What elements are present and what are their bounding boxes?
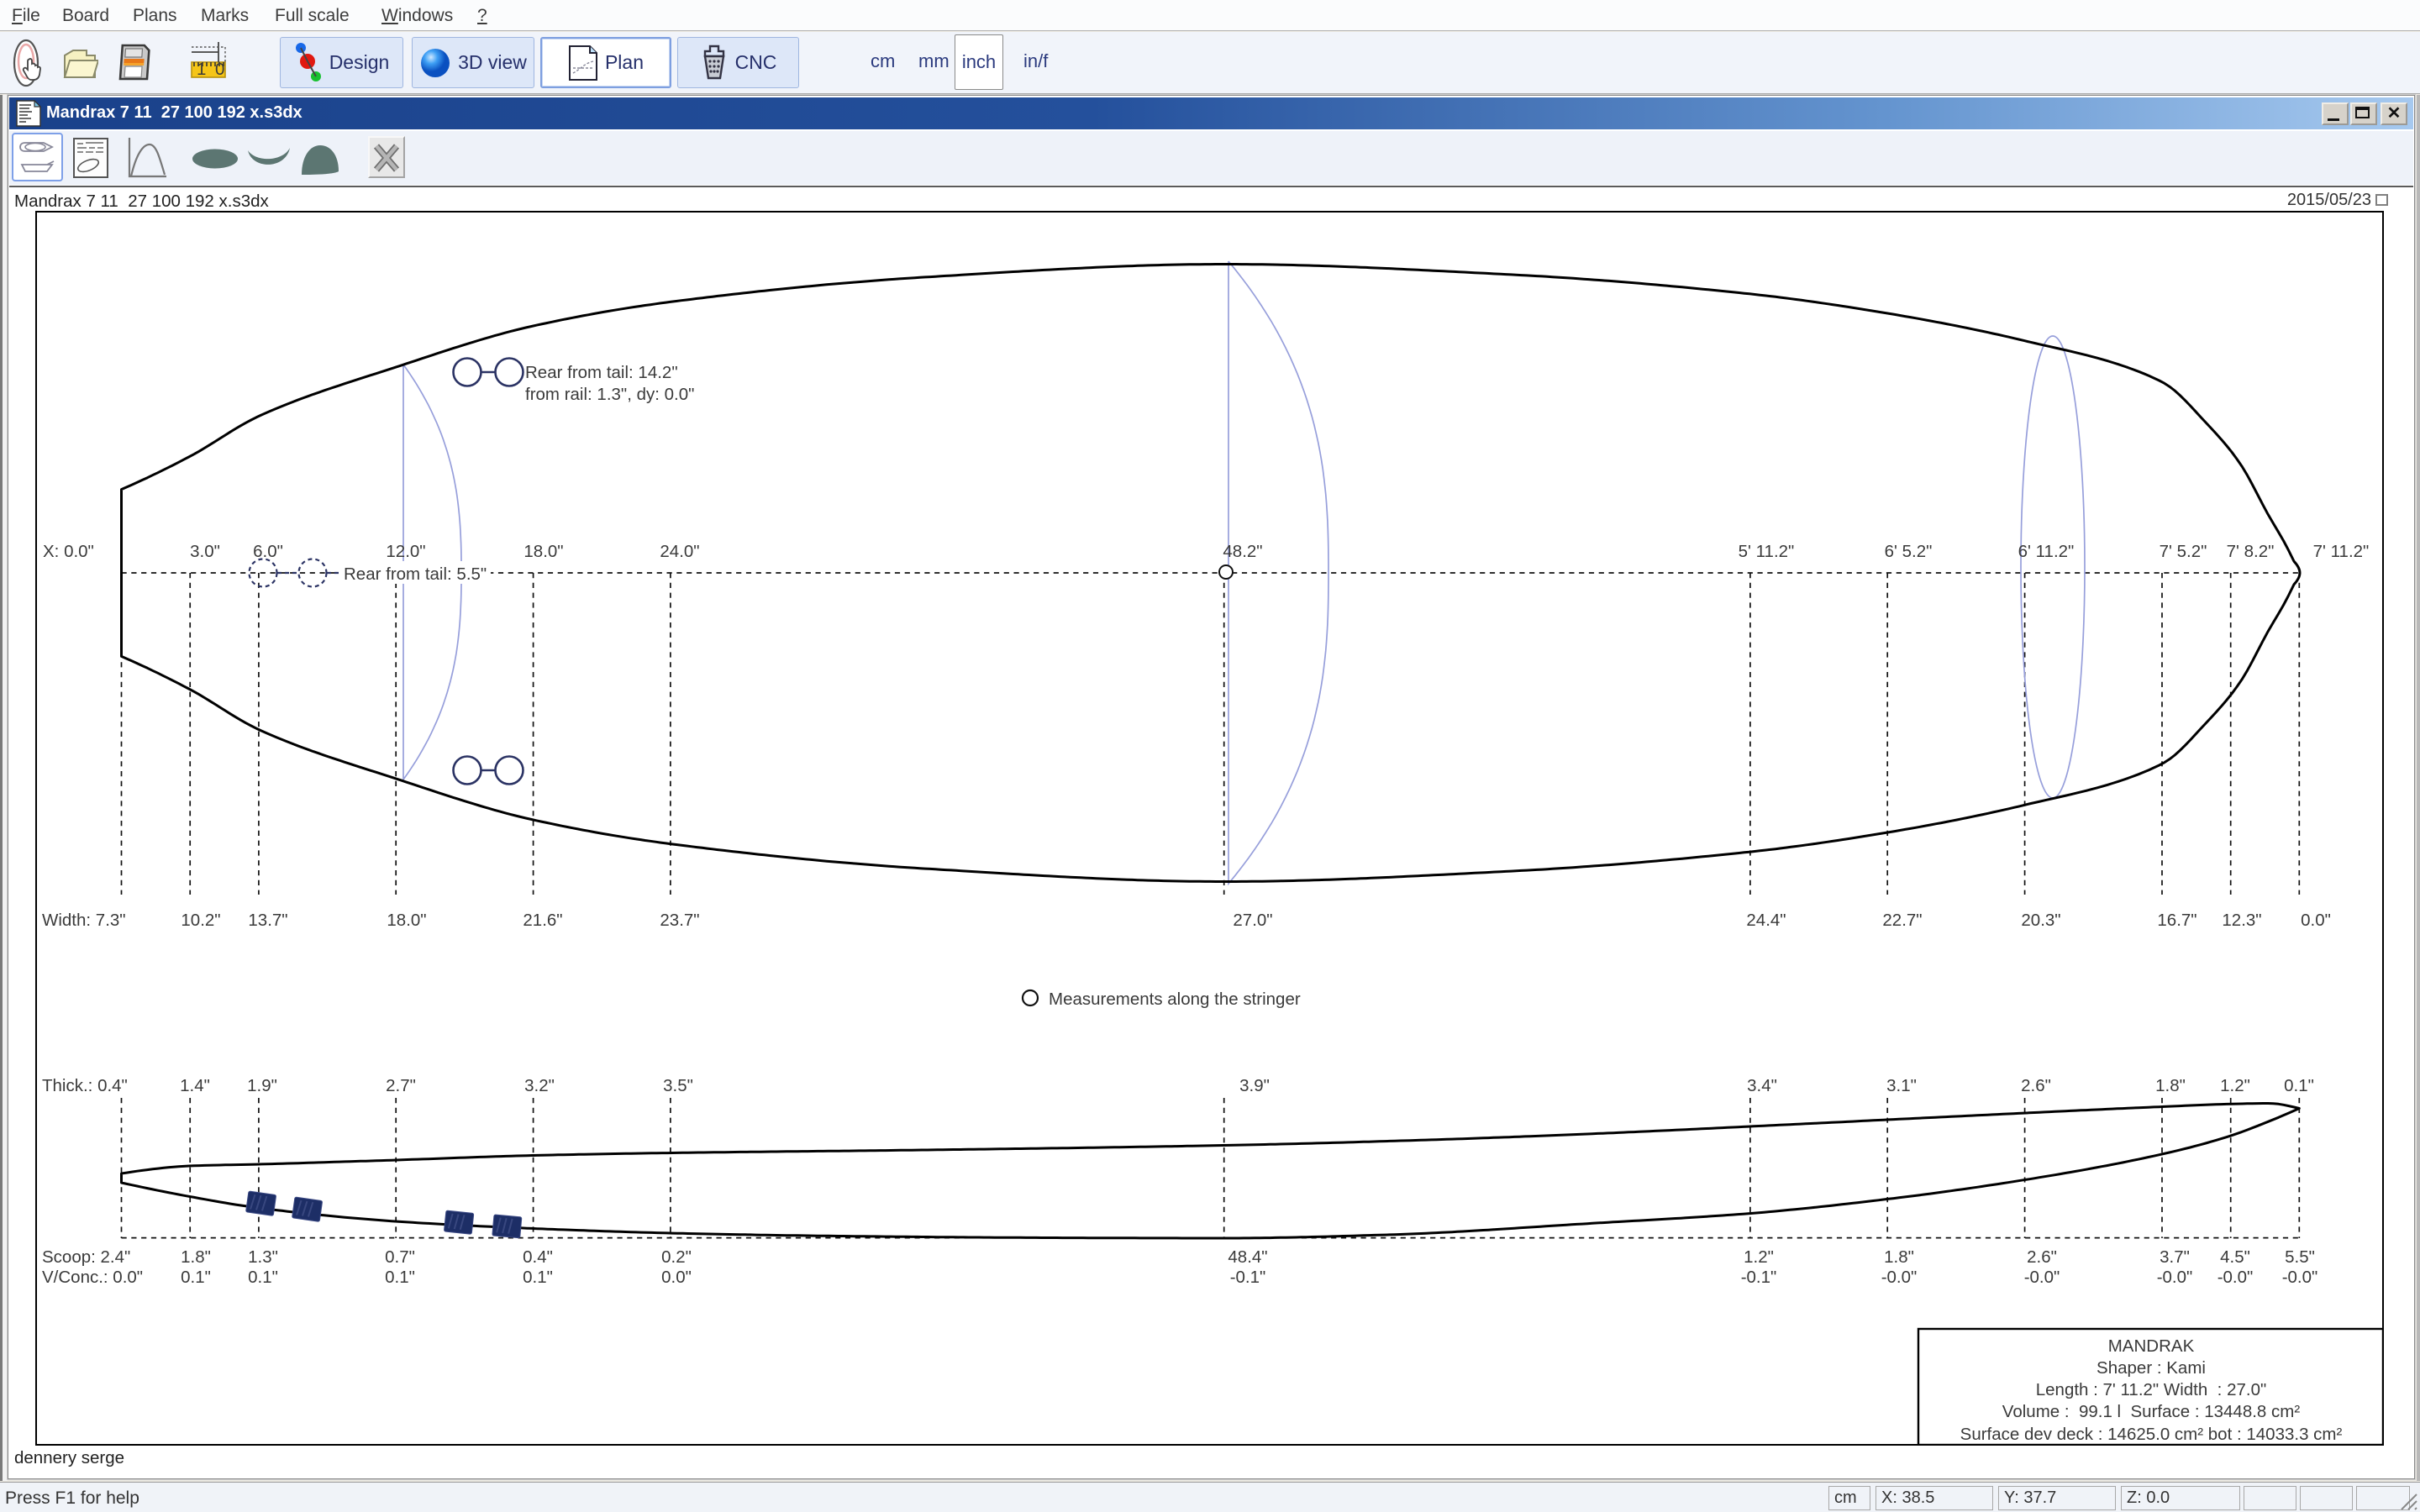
svg-text:0.1": 0.1": [181, 1268, 211, 1287]
svg-text:1.4": 1.4": [180, 1076, 210, 1095]
svg-text:22.7": 22.7": [1882, 911, 1922, 930]
svg-text:2.7": 2.7": [386, 1076, 416, 1095]
svg-text:-0.1": -0.1": [1741, 1268, 1777, 1287]
svg-text:1.2": 1.2": [2220, 1076, 2250, 1095]
svg-text:Measurements along the stringe: Measurements along the stringer: [1049, 990, 1301, 1009]
svg-text:1.8": 1.8": [2155, 1076, 2186, 1095]
svg-text:-0.0": -0.0": [2282, 1268, 2318, 1287]
svg-text:0.0": 0.0": [661, 1268, 692, 1287]
svg-text:1.8": 1.8": [1884, 1247, 1914, 1267]
svg-text:3.7": 3.7": [2160, 1247, 2190, 1267]
svg-text:2.6": 2.6": [2027, 1247, 2057, 1267]
svg-text:Width: 7.3": Width: 7.3": [42, 911, 126, 930]
svg-text:0.1": 0.1": [385, 1268, 415, 1287]
svg-text:-0.0": -0.0": [2217, 1268, 2254, 1287]
svg-text:18.0": 18.0": [523, 542, 563, 561]
svg-text:0.1": 0.1": [248, 1268, 278, 1287]
svg-text:0.4": 0.4": [523, 1247, 553, 1267]
svg-text:2.6": 2.6": [2021, 1076, 2051, 1095]
svg-text:Rear from tail: 14.2": Rear from tail: 14.2": [525, 363, 678, 382]
svg-text:0.2": 0.2": [661, 1247, 692, 1267]
svg-text:X: 0.0": X: 0.0": [43, 542, 94, 561]
svg-text:6.0": 6.0": [253, 542, 283, 561]
svg-text:7' 5.2": 7' 5.2": [2160, 542, 2207, 561]
svg-text:Length : 7' 11.2" Width : 27.: Length : 7' 11.2" Width : 27.0": [2036, 1380, 2267, 1399]
svg-text:48.2": 48.2": [1223, 542, 1262, 561]
svg-text:-0.1": -0.1": [1230, 1268, 1266, 1287]
svg-text:from rail: 1.3", dy: 0.0": from rail: 1.3", dy: 0.0": [525, 385, 694, 404]
svg-text:1.8": 1.8": [181, 1247, 211, 1267]
svg-text:3.4": 3.4": [1747, 1076, 1777, 1095]
svg-text:48.4": 48.4": [1228, 1247, 1267, 1267]
svg-text:24.0": 24.0": [660, 542, 699, 561]
svg-text:V/Conc.: 0.0": V/Conc.: 0.0": [42, 1268, 143, 1287]
svg-text:5.5": 5.5": [2285, 1247, 2315, 1267]
svg-text:0.1": 0.1": [523, 1268, 553, 1287]
svg-text:13.7": 13.7": [248, 911, 287, 930]
svg-text:12.3": 12.3": [2222, 911, 2261, 930]
svg-text:-0.0": -0.0": [2024, 1268, 2060, 1287]
svg-text:20.3": 20.3": [2021, 911, 2060, 930]
svg-text:-0.0": -0.0": [2157, 1268, 2193, 1287]
svg-text:Volume : 99.1 l Surface : 13: Volume : 99.1 l Surface : 13448.8 cm²: [2002, 1402, 2301, 1421]
svg-text:MANDRAK: MANDRAK: [2108, 1336, 2195, 1356]
svg-text:1.2": 1.2": [1744, 1247, 1774, 1267]
svg-text:3.2": 3.2": [524, 1076, 555, 1095]
svg-text:Surface dev deck : 14625.0 cm²: Surface dev deck : 14625.0 cm² bot : 140…: [1960, 1425, 2343, 1444]
svg-text:3.9": 3.9": [1239, 1076, 1270, 1095]
svg-text:3.0": 3.0": [190, 542, 220, 561]
svg-text:7' 11.2": 7' 11.2": [2313, 542, 2370, 561]
svg-text:16.7": 16.7": [2157, 911, 2196, 930]
svg-text:18.0": 18.0": [387, 911, 426, 930]
svg-text:1.3": 1.3": [248, 1247, 278, 1267]
svg-text:1: 1: [197, 60, 206, 79]
svg-text:-0.0": -0.0": [1881, 1268, 1918, 1287]
svg-text:6' 11.2": 6' 11.2": [2018, 542, 2075, 561]
svg-text:24.4": 24.4": [1746, 911, 1786, 930]
svg-text:0: 0: [215, 60, 224, 79]
svg-text:21.6": 21.6": [523, 911, 562, 930]
svg-text:7' 8.2": 7' 8.2": [2227, 542, 2275, 561]
svg-text:Thick.: 0.4": Thick.: 0.4": [42, 1076, 128, 1095]
svg-text:0.7": 0.7": [385, 1247, 415, 1267]
svg-text:1.9": 1.9": [247, 1076, 277, 1095]
svg-text:5' 11.2": 5' 11.2": [1739, 542, 1795, 561]
svg-text:23.7": 23.7": [660, 911, 699, 930]
svg-text:Rear from tail: 5.5": Rear from tail: 5.5": [344, 564, 487, 584]
svg-text:0.1": 0.1": [2284, 1076, 2314, 1095]
svg-text:3.1": 3.1": [1886, 1076, 1917, 1095]
svg-text:Scoop: 2.4": Scoop: 2.4": [42, 1247, 130, 1267]
svg-text:6' 5.2": 6' 5.2": [1885, 542, 1933, 561]
svg-text:12.0": 12.0": [386, 542, 425, 561]
svg-text:10.2": 10.2": [181, 911, 220, 930]
svg-text:4.5": 4.5": [2220, 1247, 2250, 1267]
svg-text:Shaper : Kami: Shaper : Kami: [2096, 1358, 2206, 1378]
svg-text:27.0": 27.0": [1233, 911, 1272, 930]
svg-text:0.0": 0.0": [2301, 911, 2331, 930]
svg-text:3.5": 3.5": [663, 1076, 693, 1095]
